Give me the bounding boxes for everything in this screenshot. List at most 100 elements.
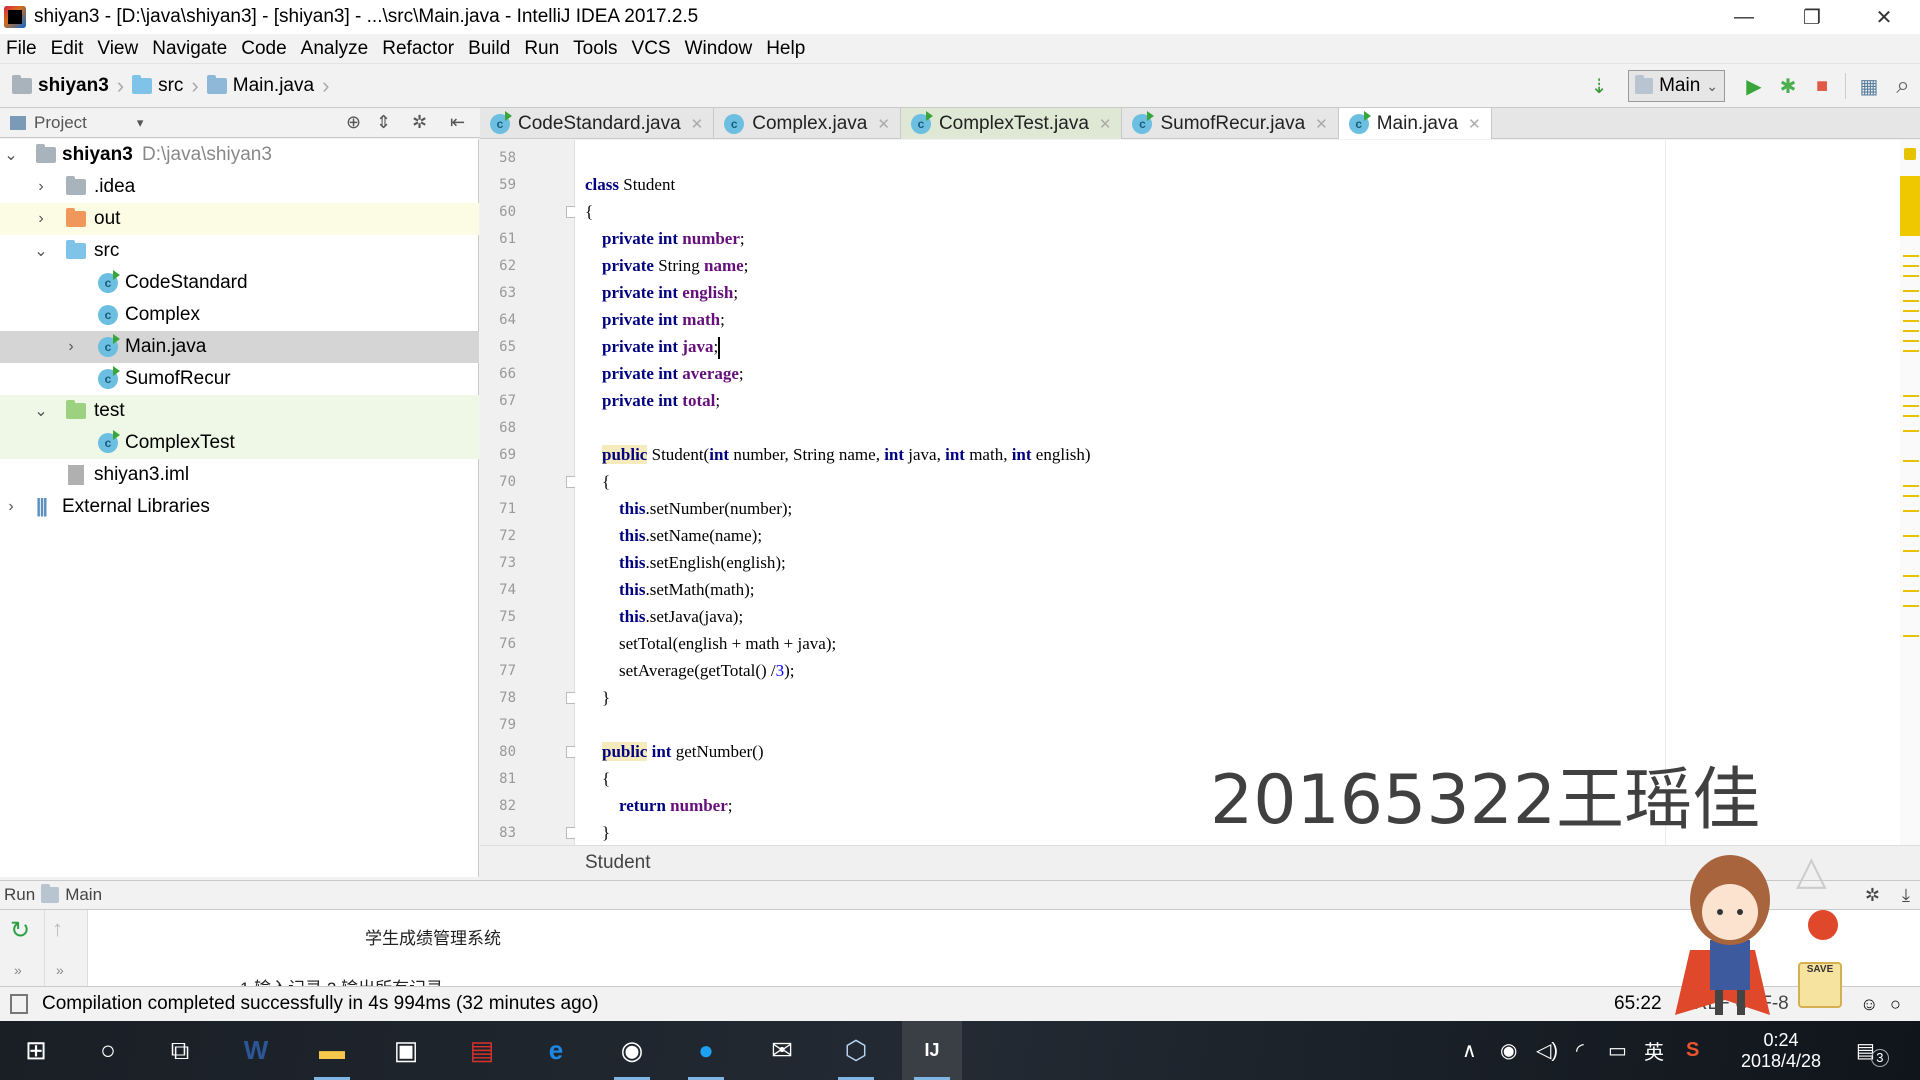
status-message[interactable]: Compilation completed successfully in 4s… [42, 993, 599, 1015]
qq-tray-icon[interactable]: ◉ [1500, 1021, 1517, 1080]
locate-icon[interactable]: ⊕ [346, 112, 361, 133]
stripe-mark[interactable] [1903, 340, 1919, 342]
hide-panel-icon[interactable]: ⇤ [450, 112, 465, 133]
menu-build[interactable]: Build [468, 38, 510, 60]
battery-icon[interactable]: ▭ [1608, 1021, 1627, 1080]
stripe-mark[interactable] [1903, 575, 1919, 577]
menu-navigate[interactable]: Navigate [152, 38, 227, 60]
tree-item-sumofrecur[interactable]: c SumofRecur [0, 363, 479, 395]
tree-item-test[interactable]: ⌄ test [0, 395, 479, 427]
sort-icon[interactable]: ⇣ [1582, 69, 1616, 103]
close-tab-icon[interactable]: ✕ [1468, 115, 1481, 133]
stripe-mark[interactable] [1903, 535, 1919, 537]
code-line[interactable]: public int getNumber() [585, 738, 764, 765]
code-line[interactable]: private int total; [585, 387, 720, 414]
stripe-mark[interactable] [1903, 485, 1919, 487]
project-panel-title[interactable]: Project [34, 113, 87, 133]
analysis-status-icon[interactable] [1904, 148, 1916, 160]
virtualbox-app[interactable]: ⬡ [826, 1021, 886, 1080]
caret-position[interactable]: 65:22 [1614, 993, 1662, 1015]
code-line[interactable]: } [585, 819, 610, 846]
code-line[interactable]: this.setEnglish(english); [585, 549, 786, 576]
menu-help[interactable]: Help [766, 38, 805, 60]
edge-app[interactable]: e [526, 1021, 586, 1080]
stop-button[interactable]: ■ [1805, 69, 1839, 103]
stripe-mark[interactable] [1903, 265, 1919, 267]
menu-analyze[interactable]: Analyze [301, 38, 369, 60]
status-panel-icon[interactable] [10, 994, 28, 1014]
stripe-mark[interactable] [1903, 415, 1919, 417]
error-stripe[interactable] [1900, 140, 1920, 845]
tab-complex[interactable]: c Complex.java ✕ [714, 108, 901, 139]
stripe-mark[interactable] [1903, 635, 1919, 637]
event-log-icon[interactable]: ○ [1890, 994, 1901, 1015]
code-line[interactable]: private int java; [585, 333, 721, 360]
code-line[interactable]: { [585, 198, 593, 225]
code-line[interactable]: this.setNumber(number); [585, 495, 792, 522]
stripe-mark[interactable] [1903, 350, 1919, 352]
menu-refactor[interactable]: Refactor [382, 38, 454, 60]
tab-main[interactable]: c Main.java ✕ [1338, 108, 1492, 139]
wifi-icon[interactable]: ◜ [1576, 1021, 1584, 1080]
hide-panel-icon[interactable]: ⤓ [1902, 885, 1910, 906]
stripe-mark[interactable] [1903, 290, 1919, 292]
tree-item-iml[interactable]: shiyan3.iml [0, 459, 479, 491]
code-line[interactable]: return number; [585, 792, 733, 819]
code-line[interactable]: public Student(int number, String name, … [585, 441, 1091, 468]
collapsed-arrow-icon[interactable]: › [64, 338, 78, 356]
menu-file[interactable]: File [6, 38, 37, 60]
stripe-mark[interactable] [1903, 255, 1919, 257]
tree-item-out[interactable]: › out [0, 203, 479, 235]
tree-item-external-libraries[interactable]: › ||| External Libraries [0, 491, 479, 523]
debug-button[interactable]: ✱ [1771, 69, 1805, 103]
rerun-icon[interactable]: ↻ [10, 916, 30, 945]
tab-codestandard[interactable]: c CodeStandard.java ✕ [480, 108, 715, 139]
stripe-mark[interactable] [1903, 510, 1919, 512]
sogou-ime-icon[interactable]: S [1686, 1021, 1699, 1080]
more-icon[interactable]: » [56, 962, 64, 978]
gear-icon[interactable]: ✲ [412, 112, 427, 133]
mail-app[interactable]: ✉ [752, 1021, 812, 1080]
expanded-arrow-icon[interactable]: ⌄ [34, 241, 48, 261]
reader-app[interactable]: ▤ [452, 1021, 512, 1080]
volume-icon[interactable]: ◁) [1536, 1021, 1558, 1080]
blue-app[interactable]: ● [676, 1021, 736, 1080]
tree-item-idea[interactable]: › .idea [0, 171, 479, 203]
code-line[interactable]: this.setName(name); [585, 522, 762, 549]
tree-item-main[interactable]: › c Main.java [0, 331, 479, 363]
expanded-arrow-icon[interactable]: ⌄ [34, 401, 48, 421]
collapsed-arrow-icon[interactable]: › [34, 178, 48, 196]
tab-complextest[interactable]: c ComplexTest.java ✕ [900, 108, 1123, 139]
code-line[interactable]: this.setJava(java); [585, 603, 743, 630]
breadcrumb-project[interactable]: shiyan3 › [12, 73, 124, 99]
stripe-mark[interactable] [1903, 495, 1919, 497]
show-hidden-icons[interactable]: ∧ [1462, 1021, 1477, 1080]
menu-run[interactable]: Run [524, 38, 559, 60]
stripe-mark[interactable] [1903, 430, 1919, 432]
qq-app[interactable]: ◉ [602, 1021, 662, 1080]
close-tab-icon[interactable]: ✕ [691, 115, 704, 133]
tree-item-complextest[interactable]: c ComplexTest [0, 427, 479, 459]
code-line[interactable]: { [585, 468, 610, 495]
stripe-mark[interactable] [1903, 460, 1919, 462]
gear-icon[interactable]: ✲ [1865, 885, 1880, 906]
stripe-mark[interactable] [1903, 590, 1919, 592]
code-line[interactable]: private int average; [585, 360, 744, 387]
expanded-arrow-icon[interactable]: ⌄ [4, 145, 18, 165]
windows-start-button[interactable]: ⊞ [6, 1021, 66, 1080]
menu-edit[interactable]: Edit [51, 38, 84, 60]
run-config-tab[interactable]: Main [65, 885, 102, 905]
task-view-button[interactable]: ⧉ [150, 1021, 210, 1080]
menu-window[interactable]: Window [685, 38, 753, 60]
code-line[interactable]: } [585, 684, 610, 711]
code-line[interactable]: class Student [585, 171, 675, 198]
menu-code[interactable]: Code [241, 38, 286, 60]
restore-button[interactable]: ❐ [1784, 0, 1840, 34]
dropdown-icon[interactable]: ▾ [137, 115, 144, 131]
code-line[interactable]: private int number; [585, 225, 745, 252]
cortana-button[interactable]: ○ [78, 1021, 138, 1080]
up-arrow-icon[interactable]: ↑ [52, 916, 63, 942]
stripe-mark[interactable] [1903, 300, 1919, 302]
close-tab-icon[interactable]: ✕ [877, 115, 890, 133]
run-console[interactable]: 学生成绩管理系统 1.输入记录 2.输出所有记录 [0, 910, 1920, 986]
